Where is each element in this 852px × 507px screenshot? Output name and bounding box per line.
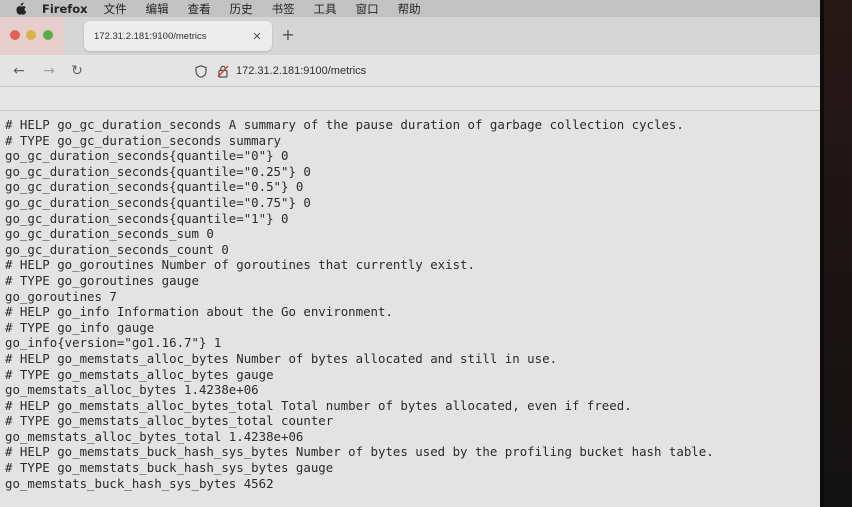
shield-icon[interactable] [194, 64, 208, 78]
background-desktop-strip [820, 0, 852, 507]
menu-view[interactable]: 查看 [188, 1, 211, 17]
metrics-line: # TYPE go_info gauge [5, 319, 155, 335]
close-window-button[interactable] [10, 30, 20, 40]
address-bar[interactable]: 172.31.2.181:9100/metrics [190, 60, 750, 82]
metrics-line: go_gc_duration_seconds_count 0 [5, 241, 229, 257]
metrics-line: # TYPE go_memstats_alloc_bytes gauge [5, 366, 274, 382]
metrics-line: go_gc_duration_seconds{quantile="0.75"} … [5, 194, 311, 210]
metrics-line: go_memstats_alloc_bytes_total 1.4238e+06 [5, 428, 304, 444]
menu-app-name[interactable]: Firefox [42, 2, 88, 16]
plus-icon[interactable]: + [280, 25, 296, 44]
window-controls [0, 17, 64, 55]
metrics-line: go_memstats_buck_hash_sys_bytes 4562 [5, 475, 274, 491]
tab-title: 172.31.2.181:9100/metrics [94, 30, 207, 42]
menu-window[interactable]: 窗口 [356, 1, 379, 17]
metrics-line: go_memstats_alloc_bytes 1.4238e+06 [5, 382, 259, 398]
metrics-line: # HELP go_info Information about the Go … [5, 304, 393, 320]
metrics-line: go_goroutines 7 [5, 288, 117, 304]
tab-metrics[interactable]: 172.31.2.181:9100/metrics ✕ [84, 21, 272, 51]
forward-arrow-icon[interactable]: → [40, 62, 58, 80]
metrics-line: go_gc_duration_seconds_sum 0 [5, 226, 214, 242]
menu-history[interactable]: 历史 [230, 1, 253, 17]
minimize-window-button[interactable] [26, 30, 36, 40]
metrics-line: go_gc_duration_seconds{quantile="0"} 0 [5, 148, 289, 164]
metrics-line: # TYPE go_gc_duration_seconds summary [5, 132, 282, 148]
insecure-lock-icon[interactable] [216, 64, 230, 78]
metrics-text: # HELP go_gc_duration_seconds A summary … [0, 111, 820, 491]
metrics-line: # HELP go_goroutines Number of goroutine… [5, 257, 475, 273]
metrics-line: # HELP go_memstats_alloc_bytes_total Tot… [5, 397, 632, 413]
menu-file[interactable]: 文件 [104, 1, 127, 17]
bookmarks-toolbar [0, 87, 820, 111]
apple-icon[interactable] [14, 2, 28, 15]
metrics-line: # TYPE go_memstats_buck_hash_sys_bytes g… [5, 460, 334, 476]
page-content: # HELP go_gc_duration_seconds A summary … [0, 111, 820, 507]
navigation-bar: ← → ↻ 172.31.2.181:9100/metrics [0, 55, 820, 87]
menu-tools[interactable]: 工具 [314, 1, 337, 17]
zoom-window-button[interactable] [43, 30, 53, 40]
menu-help[interactable]: 帮助 [398, 1, 421, 17]
macos-menu-bar: Firefox 文件 编辑 查看 历史 书签 工具 窗口 帮助 [0, 0, 820, 17]
metrics-line: go_gc_duration_seconds{quantile="0.5"} 0 [5, 179, 304, 195]
browser-window: 172.31.2.181:9100/metrics ✕ + ← → ↻ 172.… [0, 17, 820, 507]
reload-icon[interactable]: ↻ [68, 62, 86, 80]
metrics-line: go_gc_duration_seconds{quantile="0.25"} … [5, 163, 311, 179]
metrics-line: go_info{version="go1.16.7"} 1 [5, 335, 222, 351]
url-text: 172.31.2.181:9100/metrics [236, 65, 367, 77]
menu-edit[interactable]: 编辑 [146, 1, 169, 17]
tab-bar: 172.31.2.181:9100/metrics ✕ + [0, 17, 820, 55]
metrics-line: # HELP go_memstats_alloc_bytes Number of… [5, 350, 558, 366]
metrics-line: # TYPE go_goroutines gauge [5, 272, 199, 288]
menu-bookmarks[interactable]: 书签 [272, 1, 295, 17]
back-arrow-icon[interactable]: ← [10, 62, 28, 80]
metrics-line: # TYPE go_memstats_alloc_bytes_total cou… [5, 413, 334, 429]
window-edge [820, 0, 824, 507]
close-icon[interactable]: ✕ [250, 29, 264, 43]
metrics-line: # HELP go_gc_duration_seconds A summary … [5, 117, 684, 132]
metrics-line: # HELP go_memstats_buck_hash_sys_bytes N… [5, 444, 714, 460]
metrics-line: go_gc_duration_seconds{quantile="1"} 0 [5, 210, 289, 226]
